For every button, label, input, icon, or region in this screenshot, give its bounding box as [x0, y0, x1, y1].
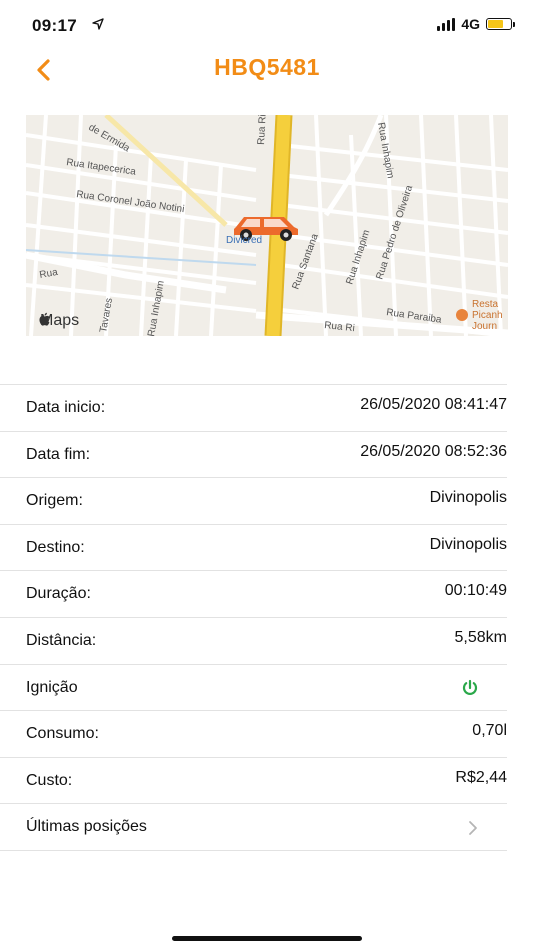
svg-text:Rua Inhapim: Rua Inhapim [146, 280, 167, 336]
restaurant-poi-icon [456, 309, 468, 321]
detail-value: Divinopolis [429, 489, 507, 507]
detail-value: 0,70l [472, 722, 507, 740]
status-time: 09:17 [32, 16, 77, 35]
detail-value: R$2,44 [455, 768, 507, 786]
signal-icon [437, 17, 456, 31]
detail-row-consumption: Consumo: 0,70l [0, 711, 507, 758]
detail-label: Distância: [26, 631, 97, 649]
svg-text:Rua Santana: Rua Santana [290, 232, 320, 291]
detail-label: Data inicio: [26, 399, 106, 416]
detail-row-start-date: Data inicio: 26/05/2020 08:41:47 [0, 385, 507, 432]
detail-row-origin: Origem: Divinopolis [0, 478, 507, 525]
detail-label: Consumo: [26, 725, 99, 743]
svg-text:Rua: Rua [39, 267, 59, 281]
detail-row-distance: Distância: 5,58km [0, 618, 507, 665]
chevron-right-icon [467, 819, 479, 842]
detail-row-end-date: Data fim: 26/05/2020 08:52:36 [0, 432, 507, 479]
svg-text:Rua Inhapim: Rua Inhapim [375, 122, 396, 180]
detail-label: Ignição [26, 678, 78, 696]
maps-attribution: Maps [38, 312, 79, 330]
status-bar: 09:17 4G [0, 0, 534, 50]
detail-row-cost: Custo: R$2,44 [0, 758, 507, 805]
last-positions-row[interactable]: Últimas posições [0, 804, 507, 851]
detail-label: Custo: [26, 771, 73, 789]
detail-row-duration: Duração: 00:10:49 [0, 571, 507, 618]
svg-text:de Ermida: de Ermida [87, 122, 132, 155]
home-indicator[interactable] [172, 936, 362, 941]
svg-text:Journ: Journ [472, 321, 497, 332]
detail-row-ignition: Ignição [0, 665, 507, 712]
svg-text:Rua Pedro de Oliveira: Rua Pedro de Oliveira [374, 184, 415, 281]
detail-value: 00:10:49 [444, 582, 507, 600]
svg-text:Rua Coronel João Notini: Rua Coronel João Notini [76, 189, 185, 215]
marker-label: Divicred [226, 235, 262, 246]
power-icon [461, 679, 479, 702]
trip-details-list: Data inicio: 26/05/2020 08:41:47 Data fi… [0, 384, 507, 851]
detail-label: Data fim: [26, 445, 91, 463]
detail-value: Divinopolis [429, 535, 507, 553]
svg-text:Rua Ri: Rua Ri [324, 320, 356, 334]
detail-value: 5,58km [454, 628, 507, 646]
network-type: 4G [461, 16, 480, 32]
svg-text:Picanh: Picanh [472, 310, 503, 321]
svg-text:Tavares: Tavares [98, 297, 115, 333]
detail-label: Duração: [26, 585, 91, 603]
page-title: HBQ5481 [214, 54, 320, 80]
svg-text:Rua Ri: Rua Ri [256, 115, 269, 145]
detail-value: 26/05/2020 08:41:47 [360, 396, 507, 413]
detail-row-destination: Destino: Divinopolis [0, 525, 507, 572]
detail-value: 26/05/2020 08:52:36 [360, 442, 507, 460]
nav-bar: HBQ5481 [0, 50, 534, 90]
detail-label: Origem: [26, 492, 83, 510]
svg-text:Resta: Resta [472, 299, 499, 310]
location-arrow-icon [92, 17, 104, 33]
detail-label: Últimas posições [26, 818, 147, 836]
trip-map[interactable]: de Ermida Rua Itapecerica Rua Coronel Jo… [26, 115, 508, 336]
detail-label: Destino: [26, 538, 85, 556]
battery-icon [486, 18, 515, 30]
